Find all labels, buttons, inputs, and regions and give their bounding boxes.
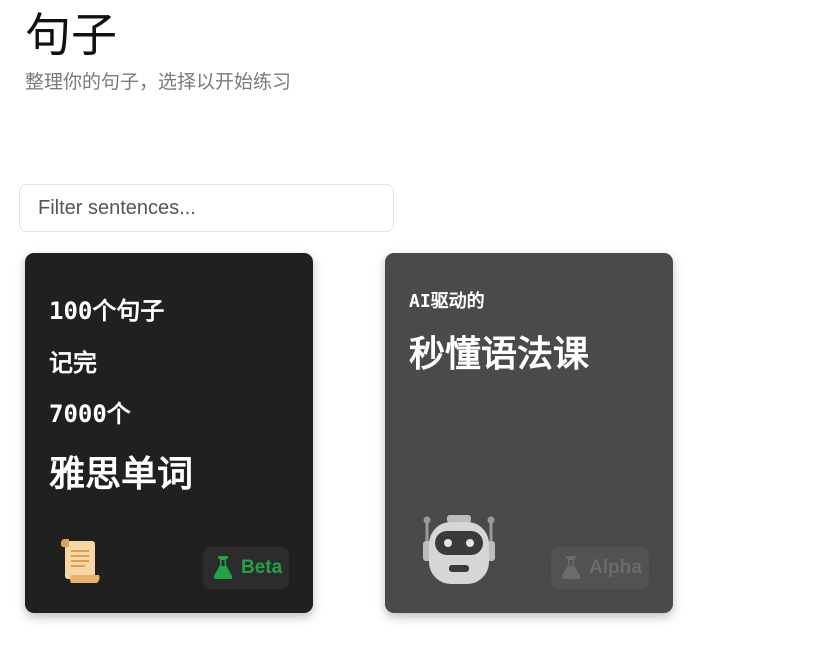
flask-icon (561, 556, 581, 579)
alpha-badge: Alpha (551, 547, 649, 589)
flask-icon (213, 556, 233, 579)
page-subtitle: 整理你的句子，选择以开始练习 (25, 71, 292, 93)
sentences-page: 句子 整理你的句子，选择以开始练习 100个句子 记完 7000个 雅思单词 (0, 0, 826, 655)
card-title: 秒懂语法课 (409, 333, 590, 375)
badge-label: Beta (241, 557, 283, 578)
card-line: 记完 (49, 348, 97, 377)
card-line: 100个句子 (49, 297, 165, 325)
beta-badge: Beta (203, 547, 289, 589)
scroll-icon (55, 537, 103, 589)
page-title: 句子 (25, 8, 117, 62)
card-subtitle: AI驱动的 (409, 291, 485, 312)
robot-icon (421, 515, 497, 591)
card-title: 雅思单词 (49, 453, 194, 495)
grammar-lessons-card[interactable]: AI驱动的 秒懂语法课 Alpha (385, 253, 673, 613)
card-line: 7000个 (49, 400, 131, 428)
badge-label: Alpha (589, 557, 642, 578)
filter-sentences-input[interactable] (19, 184, 394, 232)
ielts-sentences-card[interactable]: 100个句子 记完 7000个 雅思单词 Beta (25, 253, 313, 613)
